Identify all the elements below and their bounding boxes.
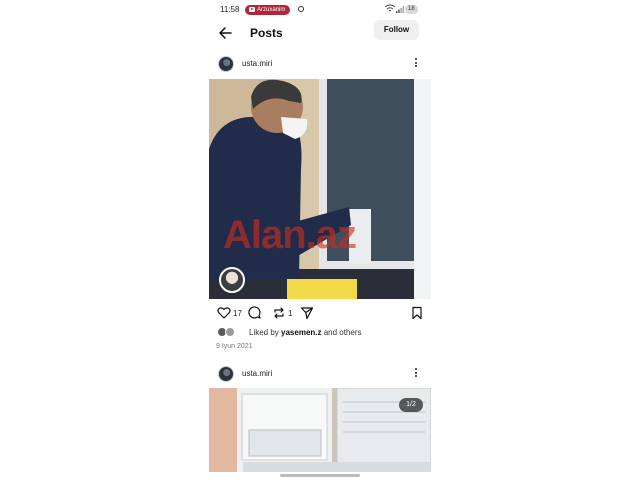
post-header: usta.miri <box>209 54 431 74</box>
signal-icon <box>396 6 404 13</box>
liked-by-text: Liked by yasemen.z and others <box>249 328 362 337</box>
liked-by-username[interactable]: yasemen.z <box>281 328 321 337</box>
back-arrow-icon[interactable] <box>218 26 232 40</box>
avatar[interactable] <box>218 366 234 382</box>
liked-by-prefix: Liked by <box>249 328 282 337</box>
status-time: 11:58 <box>220 5 240 14</box>
post-image[interactable]: Alan.az <box>209 79 431 299</box>
post-image[interactable]: 1/2 <box>209 388 431 472</box>
recording-label: Arzuxanim <box>257 7 286 13</box>
post-header: usta.miri <box>209 364 431 384</box>
heart-icon[interactable] <box>217 306 231 320</box>
repost-icon[interactable] <box>272 306 286 320</box>
page-title: Posts <box>250 26 283 40</box>
watermark-text: Alan.az <box>223 213 357 257</box>
app-header: Posts Follow <box>209 20 431 46</box>
repost-count[interactable]: 1 <box>288 309 292 318</box>
recording-indicator[interactable]: Arzuxanim <box>245 5 291 15</box>
wifi-icon <box>384 4 396 14</box>
youtube-icon <box>249 7 255 12</box>
media-counter: 1/2 <box>399 398 423 412</box>
sync-icon <box>298 6 304 12</box>
liked-by-suffix: and others <box>321 328 362 337</box>
share-icon[interactable] <box>300 306 314 320</box>
follow-button[interactable]: Follow <box>374 20 419 40</box>
post-actions: 17 1 <box>209 302 431 324</box>
post-username[interactable]: usta.miri <box>242 369 272 378</box>
avatar[interactable] <box>218 56 234 72</box>
tagged-user-avatar[interactable] <box>219 267 245 293</box>
bookmark-icon[interactable] <box>410 306 424 320</box>
more-options-icon[interactable] <box>414 367 418 379</box>
more-options-icon[interactable] <box>414 57 418 69</box>
post-photo <box>209 79 431 299</box>
battery-indicator: 18 <box>405 5 418 14</box>
home-indicator[interactable] <box>280 474 360 477</box>
post-photo <box>209 388 431 472</box>
phone-screen: 11:58 Arzuxanim 18 Posts Follow usta.mir… <box>209 0 431 480</box>
comment-icon[interactable] <box>248 306 262 320</box>
post-username[interactable]: usta.miri <box>242 59 272 68</box>
post-date: 9 Iyun 2021 <box>216 343 253 350</box>
liker-avatar <box>225 327 235 337</box>
status-bar: 11:58 Arzuxanim 18 <box>209 0 431 20</box>
liked-by-row[interactable]: Liked by yasemen.z and others <box>217 327 427 339</box>
like-count[interactable]: 17 <box>233 309 242 318</box>
